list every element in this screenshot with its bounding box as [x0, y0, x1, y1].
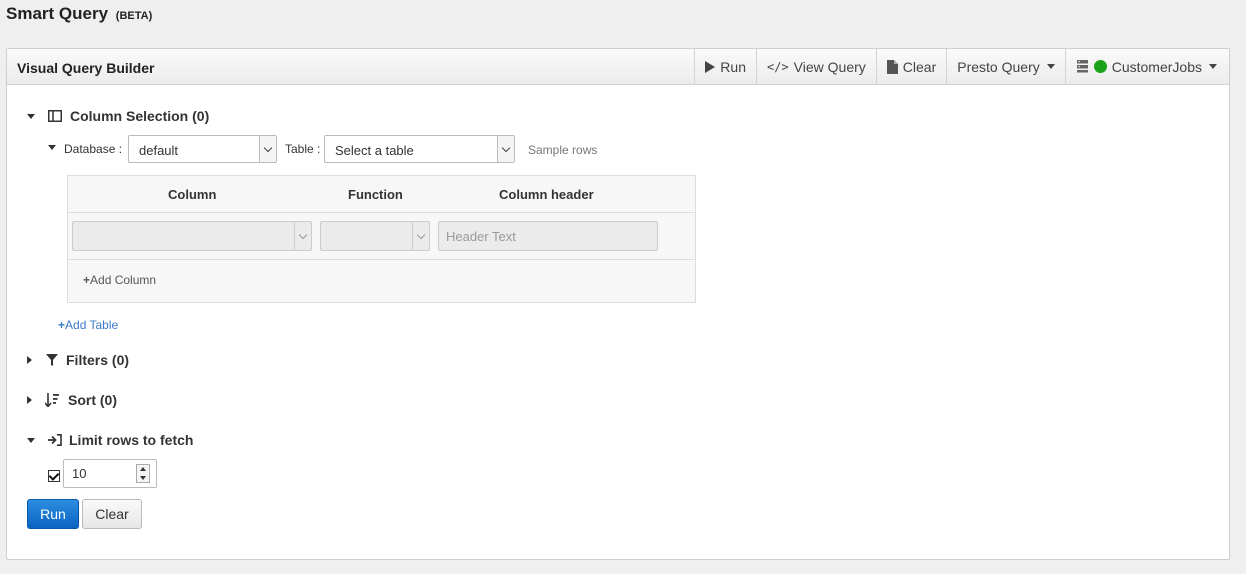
spin-down-icon[interactable] — [140, 476, 146, 480]
caret-down-icon — [1209, 64, 1217, 69]
header-text-input[interactable] — [438, 221, 658, 251]
database-select-value: default — [139, 143, 179, 158]
engine-label: Presto Query — [957, 58, 1040, 75]
sort-icon — [44, 392, 60, 408]
server-icon — [1076, 59, 1088, 72]
panel-title: Visual Query Builder — [17, 60, 155, 76]
limit-rows-input[interactable]: 10 — [63, 459, 157, 488]
panel-header: Visual Query Builder Run </> View Query … — [7, 49, 1229, 85]
file-icon — [886, 59, 898, 74]
plus-icon: + — [83, 273, 91, 287]
toolbar-clear-button[interactable]: Clear — [875, 49, 946, 84]
limit-checkbox[interactable] — [48, 469, 60, 482]
page-title: Smart Query (BETA) — [6, 4, 152, 24]
run-button-label: Run — [40, 506, 66, 522]
function-select[interactable] — [320, 221, 430, 251]
filters-title: Filters (0) — [66, 352, 130, 368]
column-selection-title: Column Selection (0) — [70, 108, 210, 124]
database-select[interactable]: default — [128, 135, 277, 163]
limit-toggle[interactable]: Limit rows to fetch — [27, 432, 193, 448]
clear-button[interactable]: Clear — [82, 499, 142, 529]
table-select[interactable]: Select a table — [324, 135, 515, 163]
column-header-column-header: Column header — [499, 187, 594, 202]
column-select[interactable] — [72, 221, 312, 251]
toolbar: Run </> View Query Clear Presto Query Cu… — [694, 49, 1229, 84]
sort-title: Sort (0) — [68, 392, 117, 408]
chevron-down-icon — [294, 222, 311, 250]
view-query-label: View Query — [793, 58, 866, 75]
spin-up-icon[interactable] — [140, 467, 146, 471]
expand-triangle-icon — [27, 356, 32, 364]
sort-toggle[interactable]: Sort (0) — [27, 392, 117, 408]
toolbar-clear-label: Clear — [902, 58, 937, 75]
table-label: Table : — [285, 142, 321, 156]
page-title-text: Smart Query — [6, 4, 109, 23]
expand-triangle-icon — [27, 396, 32, 404]
toolbar-run-button[interactable]: Run — [694, 49, 756, 84]
table-select-value: Select a table — [335, 143, 414, 158]
table-block-collapse-icon[interactable] — [48, 145, 56, 150]
limit-rows-value: 10 — [72, 466, 87, 481]
filters-toggle[interactable]: Filters (0) — [27, 352, 129, 368]
filter-icon — [44, 352, 60, 368]
code-icon: </> — [766, 59, 789, 74]
limit-title: Limit rows to fetch — [69, 432, 194, 448]
toolbar-run-label: Run — [720, 58, 746, 75]
chevron-down-icon — [259, 136, 276, 162]
add-column-link[interactable]: +Add Column — [83, 273, 156, 287]
checkmark-icon — [48, 469, 60, 481]
column-selection-toggle[interactable]: Column Selection (0) — [27, 108, 209, 124]
columns-icon — [47, 108, 63, 124]
collapse-triangle-icon — [27, 113, 35, 119]
beta-badge: (BETA) — [115, 10, 153, 22]
clear-button-label: Clear — [95, 506, 129, 522]
number-spinner[interactable] — [136, 464, 150, 483]
database-label: Database : — [64, 142, 123, 156]
connection-status-icon — [1093, 60, 1107, 73]
plus-icon: + — [58, 318, 66, 332]
add-column-label: Add Column — [90, 273, 157, 287]
caret-down-icon — [1046, 64, 1055, 69]
collapse-triangle-icon — [27, 437, 35, 443]
chevron-down-icon — [412, 222, 429, 250]
add-table-label: Add Table — [65, 318, 119, 332]
column-header-column: Column — [168, 187, 217, 202]
row-divider — [68, 259, 695, 260]
add-table-link[interactable]: +Add Table — [58, 318, 118, 332]
play-icon — [705, 60, 716, 73]
engine-dropdown[interactable]: Presto Query — [946, 49, 1064, 84]
sample-rows-link[interactable]: Sample rows — [528, 143, 597, 157]
sign-in-icon — [47, 432, 63, 448]
column-table: Column Function Column header +Add Colum… — [67, 175, 696, 303]
chevron-down-icon — [497, 136, 514, 162]
column-header-function: Function — [348, 187, 403, 202]
datasource-label: CustomerJobs — [1111, 58, 1202, 75]
view-query-button[interactable]: </> View Query — [755, 49, 876, 84]
run-button[interactable]: Run — [27, 499, 79, 529]
datasource-dropdown[interactable]: CustomerJobs — [1064, 49, 1229, 84]
visual-query-builder-panel: Visual Query Builder Run </> View Query … — [6, 48, 1230, 560]
